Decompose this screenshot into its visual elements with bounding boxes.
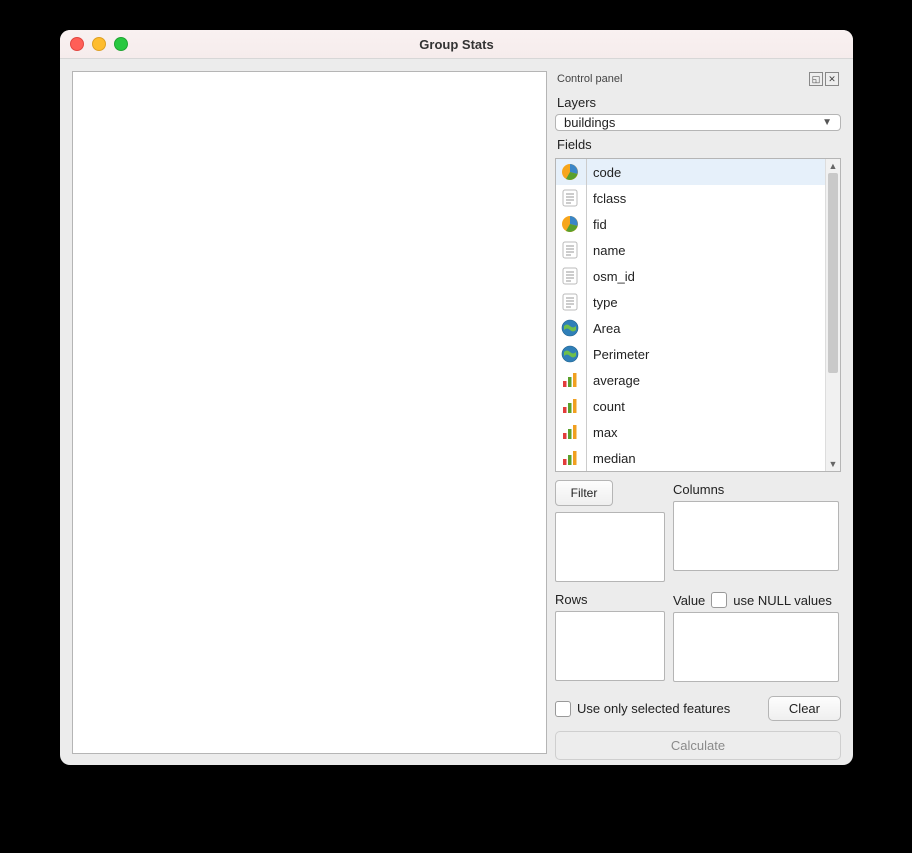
scroll-up-icon[interactable]: ▲ bbox=[826, 159, 840, 173]
use-only-selected-checkbox[interactable] bbox=[555, 701, 571, 717]
field-label: code bbox=[586, 159, 840, 185]
field-row[interactable]: fid bbox=[556, 211, 840, 237]
app-window: Group Stats Control panel ◱ ✕ Layers bui… bbox=[60, 30, 853, 765]
control-panel: Control panel ◱ ✕ Layers buildings ▼ Fie… bbox=[555, 71, 841, 754]
layers-combo[interactable]: buildings ▼ bbox=[555, 114, 841, 131]
bars-icon bbox=[560, 422, 580, 442]
value-label: Value bbox=[673, 593, 705, 608]
field-label: fid bbox=[586, 211, 840, 237]
field-label: Perimeter bbox=[586, 341, 840, 367]
window-body: Control panel ◱ ✕ Layers buildings ▼ Fie… bbox=[60, 59, 853, 765]
globe-icon bbox=[560, 318, 580, 338]
fields-scrollbar[interactable]: ▲ ▼ bbox=[825, 159, 840, 471]
fields-list-box: codefclassfidnameosm_idtypeAreaPerimeter… bbox=[555, 158, 841, 472]
chevron-down-icon: ▼ bbox=[822, 117, 832, 128]
titlebar: Group Stats bbox=[60, 30, 853, 59]
layers-label: Layers bbox=[557, 95, 839, 110]
field-row[interactable]: fclass bbox=[556, 185, 840, 211]
field-label: count bbox=[586, 393, 840, 419]
scroll-down-icon[interactable]: ▼ bbox=[826, 457, 840, 471]
window-title: Group Stats bbox=[60, 37, 853, 52]
field-row[interactable]: count bbox=[556, 393, 840, 419]
pie-icon bbox=[560, 214, 580, 234]
text-icon bbox=[560, 292, 580, 312]
field-row[interactable]: average bbox=[556, 367, 840, 393]
clear-button[interactable]: Clear bbox=[768, 696, 841, 721]
field-row[interactable]: max bbox=[556, 419, 840, 445]
columns-label: Columns bbox=[673, 482, 841, 497]
bars-icon bbox=[560, 396, 580, 416]
use-null-label: use NULL values bbox=[733, 593, 832, 608]
field-label: max bbox=[586, 419, 840, 445]
field-label: osm_id bbox=[586, 263, 840, 289]
scroll-thumb[interactable] bbox=[828, 173, 838, 373]
fields-list[interactable]: codefclassfidnameosm_idtypeAreaPerimeter… bbox=[556, 159, 840, 471]
control-panel-title: Control panel bbox=[557, 73, 622, 85]
use-null-checkbox[interactable] bbox=[711, 592, 727, 608]
field-row[interactable]: osm_id bbox=[556, 263, 840, 289]
zoom-window-button[interactable] bbox=[114, 37, 128, 51]
fields-label: Fields bbox=[557, 137, 839, 152]
control-panel-header: Control panel ◱ ✕ bbox=[555, 71, 841, 89]
use-only-selected-label: Use only selected features bbox=[577, 701, 730, 716]
rows-dropbox[interactable] bbox=[555, 611, 665, 681]
field-label: average bbox=[586, 367, 840, 393]
field-label: median bbox=[586, 445, 840, 471]
clear-button-label: Clear bbox=[789, 701, 820, 716]
field-label: type bbox=[586, 289, 840, 315]
field-row[interactable]: Area bbox=[556, 315, 840, 341]
text-icon bbox=[560, 266, 580, 286]
text-icon bbox=[560, 188, 580, 208]
calculate-button[interactable]: Calculate bbox=[555, 731, 841, 760]
layers-combo-value: buildings bbox=[564, 115, 615, 130]
value-dropbox[interactable] bbox=[673, 612, 839, 682]
filter-dropbox[interactable] bbox=[555, 512, 665, 582]
calculate-button-label: Calculate bbox=[671, 738, 725, 753]
text-icon bbox=[560, 240, 580, 260]
columns-dropbox[interactable] bbox=[673, 501, 839, 571]
field-row[interactable]: name bbox=[556, 237, 840, 263]
bars-icon bbox=[560, 370, 580, 390]
bars-icon bbox=[560, 448, 580, 468]
field-row[interactable]: type bbox=[556, 289, 840, 315]
field-row[interactable]: code bbox=[556, 159, 840, 185]
window-controls bbox=[70, 37, 128, 51]
field-row[interactable]: Perimeter bbox=[556, 341, 840, 367]
close-panel-icon[interactable]: ✕ bbox=[825, 72, 839, 86]
rows-label: Rows bbox=[555, 592, 663, 607]
field-label: Area bbox=[586, 315, 840, 341]
minimize-window-button[interactable] bbox=[92, 37, 106, 51]
undock-panel-icon[interactable]: ◱ bbox=[809, 72, 823, 86]
close-window-button[interactable] bbox=[70, 37, 84, 51]
results-canvas bbox=[72, 71, 547, 754]
filter-button-label: Filter bbox=[571, 486, 598, 500]
globe-icon bbox=[560, 344, 580, 364]
field-label: name bbox=[586, 237, 840, 263]
pie-icon bbox=[560, 162, 580, 182]
filter-button[interactable]: Filter bbox=[555, 480, 613, 506]
field-label: fclass bbox=[586, 185, 840, 211]
field-row[interactable]: median bbox=[556, 445, 840, 471]
